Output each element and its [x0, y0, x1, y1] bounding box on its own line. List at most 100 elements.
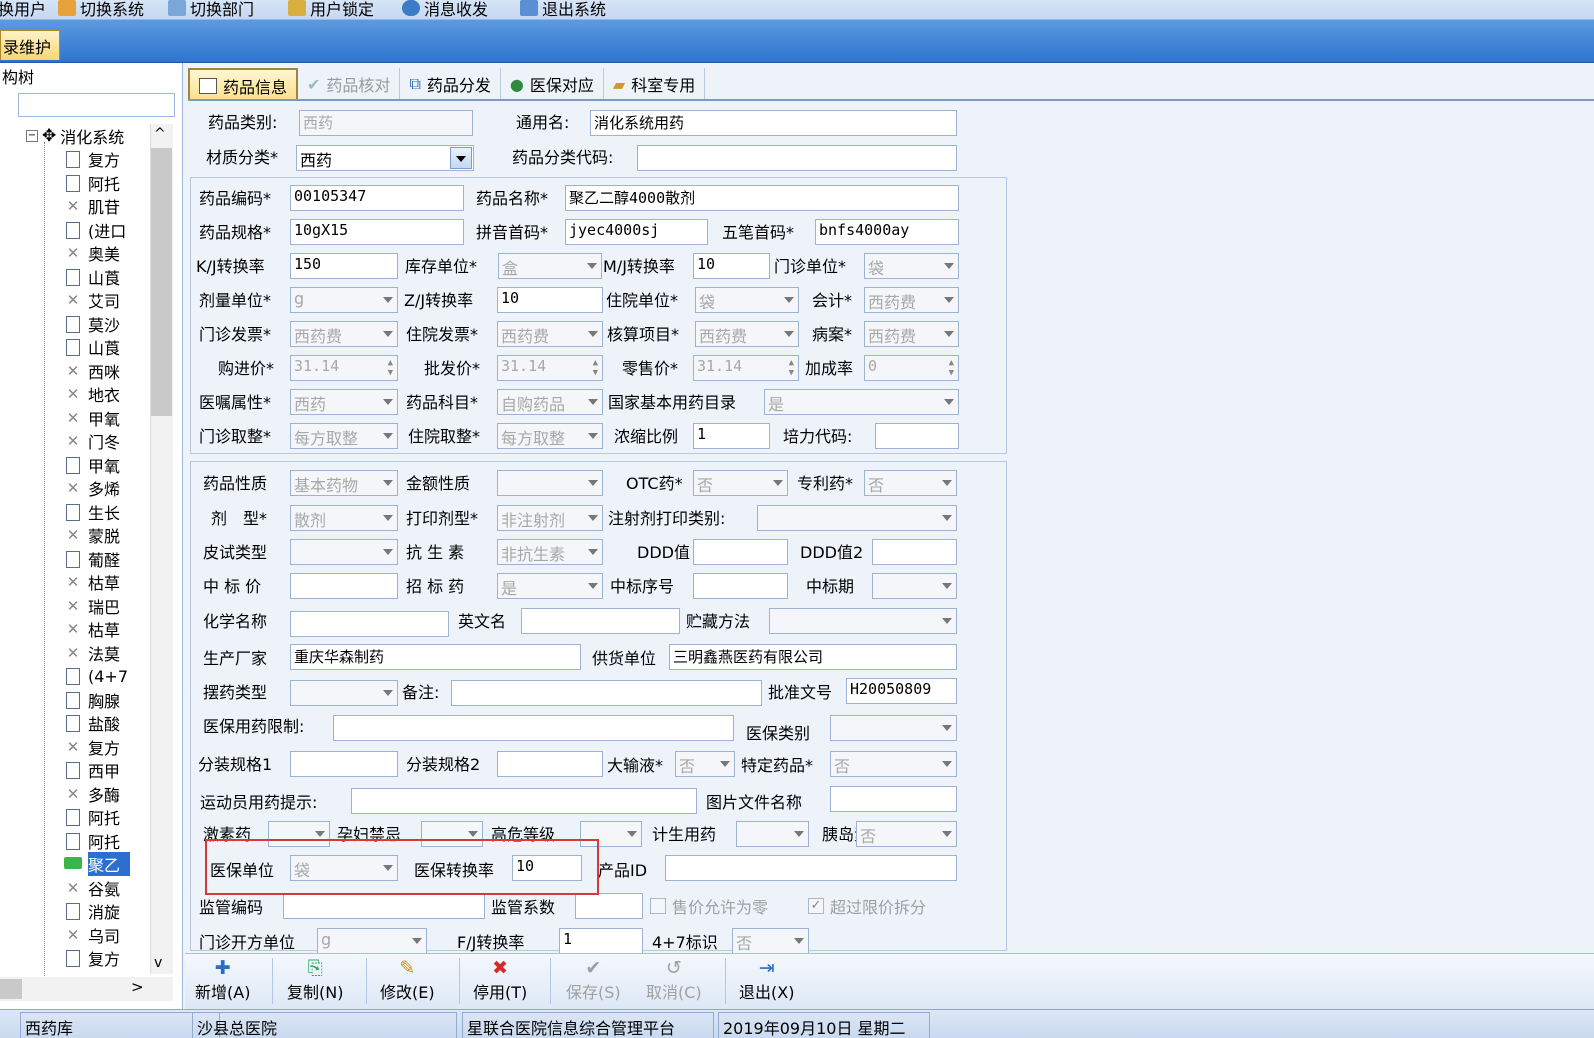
regulator-code-input[interactable] [283, 893, 485, 919]
wubi-input[interactable]: bnfs4000ay [815, 219, 959, 245]
user-lock-menu[interactable]: 用户锁定 [288, 0, 374, 19]
edit-button[interactable]: ✎ 修改(E) [380, 957, 435, 1003]
switch-user-menu[interactable]: 换用户 [0, 0, 46, 19]
wholesale-price-spinner[interactable]: 31.14 ▲ ▼ [497, 355, 603, 381]
injection-print-select[interactable] [757, 505, 957, 531]
bid-price-input[interactable] [290, 573, 398, 599]
spinner-arrows-icon[interactable]: ▲ ▼ [388, 358, 393, 378]
save-button[interactable]: ✔ 保存(S) [566, 957, 621, 1003]
material-class-select[interactable]: 西药 [296, 145, 474, 171]
spec-input[interactable]: 10gX15 [290, 219, 464, 245]
order-attr-select[interactable]: 西药 [290, 389, 398, 415]
zj-rate-input[interactable]: 10 [497, 287, 603, 313]
tree-item[interactable]: ✕ 甲氧 [62, 407, 130, 429]
markup-spinner[interactable]: 0 ▲ ▼ [864, 355, 959, 381]
spinner-arrows-icon[interactable]: ▲ ▼ [789, 358, 794, 378]
placement-select[interactable] [290, 680, 398, 706]
tree-item[interactable]: 莫沙 [62, 313, 130, 335]
purchase-price-spinner[interactable]: 31.14 ▲ ▼ [290, 355, 398, 381]
op-invoice-select[interactable]: 西药费 [290, 321, 398, 347]
split-checkbox[interactable]: ✓ 超过限价拆分 [808, 894, 926, 918]
checkbox-box[interactable]: ✓ [808, 898, 824, 914]
tree-item[interactable]: 西甲 [62, 759, 130, 781]
case-select[interactable]: 西药费 [864, 321, 959, 347]
print-form-select[interactable]: 非注射剂 [497, 505, 603, 531]
ip-rounding-select[interactable]: 每方取整 [497, 423, 603, 449]
op-rounding-select[interactable]: 每方取整 [290, 423, 398, 449]
image-file-input[interactable] [830, 786, 957, 812]
account-item-select[interactable]: 西药费 [695, 321, 799, 347]
spinner-arrows-icon[interactable]: ▲ ▼ [949, 358, 954, 378]
tree-item[interactable]: ✕ 奥美 [62, 242, 130, 264]
tree-item[interactable]: 生长 [62, 501, 130, 523]
tree-item[interactable]: ✕ 枯草 [62, 571, 130, 593]
retail-price-spinner[interactable]: 31.14 ▲ ▼ [693, 355, 799, 381]
dose-unit-select[interactable]: g [290, 287, 398, 313]
pack-spec1-input[interactable] [290, 751, 398, 777]
essential-list-select[interactable]: 是 [764, 389, 959, 415]
pack-spec2-input[interactable] [497, 751, 603, 777]
tree-item[interactable]: (4+7 [62, 665, 130, 687]
tree-scroll-thumb[interactable] [151, 148, 172, 416]
tree-item[interactable]: ✕ 蒙脱 [62, 524, 130, 546]
drug-category-input[interactable]: 西药 [299, 110, 473, 136]
dropdown-button[interactable] [450, 147, 472, 169]
tree-item[interactable]: ✕ 乌司 [62, 924, 130, 946]
tree-item[interactable]: 胸腺 [62, 689, 130, 711]
class-code-input[interactable] [637, 145, 957, 171]
tree-item[interactable]: 阿托 [62, 830, 130, 852]
flag47-select[interactable]: 否 [732, 928, 809, 954]
family-plan-select[interactable] [736, 821, 809, 847]
exit-system-menu[interactable]: 退出系统 [520, 0, 606, 19]
window-tab-drug-maintenance[interactable]: 录维护 [0, 30, 60, 60]
exit-button[interactable]: ⇥ 退出(X) [739, 957, 794, 1003]
remark-input[interactable] [451, 680, 762, 706]
approval-input[interactable]: H20050809 [846, 678, 957, 704]
tree-item[interactable]: 阿托 [62, 172, 130, 194]
drug-code-input[interactable]: 00105347 [290, 185, 464, 211]
spinner-arrows-icon[interactable]: ▲ ▼ [593, 358, 598, 378]
kj-rate-input[interactable]: 150 [290, 253, 398, 279]
special-select[interactable]: 否 [830, 751, 957, 777]
tree-item[interactable]: ✕ 枯草 [62, 618, 130, 640]
mj-rate-input[interactable]: 10 [693, 253, 770, 279]
fj-rate-input[interactable]: 1 [559, 928, 643, 954]
dosage-form-select[interactable]: 散剂 [290, 505, 398, 531]
collapse-icon[interactable]: − [26, 130, 38, 142]
tree-item[interactable]: 葡醛 [62, 548, 130, 570]
tree-item[interactable]: 甲氧 [62, 454, 130, 476]
athlete-input[interactable] [351, 788, 697, 814]
pinyin-input[interactable]: jyec4000sj [565, 219, 708, 245]
tree-item[interactable]: ✕ 法莫 [62, 642, 130, 664]
tree-item[interactable]: ✕ 谷氨 [62, 877, 130, 899]
ddd2-input[interactable] [872, 539, 957, 565]
regulator-factor-input[interactable] [575, 893, 643, 919]
op-rx-unit-select[interactable]: g [317, 928, 427, 954]
drug-subject-select[interactable]: 自购药品 [497, 389, 603, 415]
outpatient-unit-select[interactable]: 袋 [864, 253, 959, 279]
manufacturer-input[interactable]: 重庆华森制药 [290, 644, 581, 670]
drug-name-input[interactable]: 聚乙二醇4000散剂 [565, 185, 959, 211]
antibiotic-select[interactable]: 非抗生素 [497, 539, 603, 565]
tree-item[interactable]: ✕ 多酶 [62, 783, 130, 805]
bid-no-input[interactable] [693, 573, 788, 599]
tab-drug-info[interactable]: 药品信息 [188, 68, 299, 101]
amount-nature-select[interactable] [497, 470, 603, 496]
insurance-type-select[interactable] [830, 715, 957, 741]
tree-item[interactable]: ✕ 肌苷 [62, 195, 130, 217]
scroll-up-icon[interactable]: ^ [154, 126, 166, 142]
concentration-input[interactable]: 1 [693, 423, 770, 449]
scroll-right-icon[interactable]: > [131, 978, 144, 996]
tree-item[interactable]: ✕ 多烯 [62, 477, 130, 499]
eng-name-input[interactable] [521, 608, 680, 634]
add-button[interactable]: ✚ 新增(A) [195, 957, 250, 1003]
tab-department-only[interactable]: ▰ 科室专用 [604, 68, 706, 100]
bid-period-select[interactable] [872, 573, 957, 599]
copy-button[interactable]: ⎘ 复制(N) [287, 957, 343, 1003]
checkbox-box[interactable] [650, 898, 666, 914]
tree-item[interactable]: (进口 [62, 219, 130, 241]
ddd-input[interactable] [693, 539, 788, 565]
peili-code-input[interactable] [875, 423, 959, 449]
tree-item[interactable]: ✕ 瑞巴 [62, 595, 130, 617]
inpatient-unit-select[interactable]: 袋 [695, 287, 799, 313]
